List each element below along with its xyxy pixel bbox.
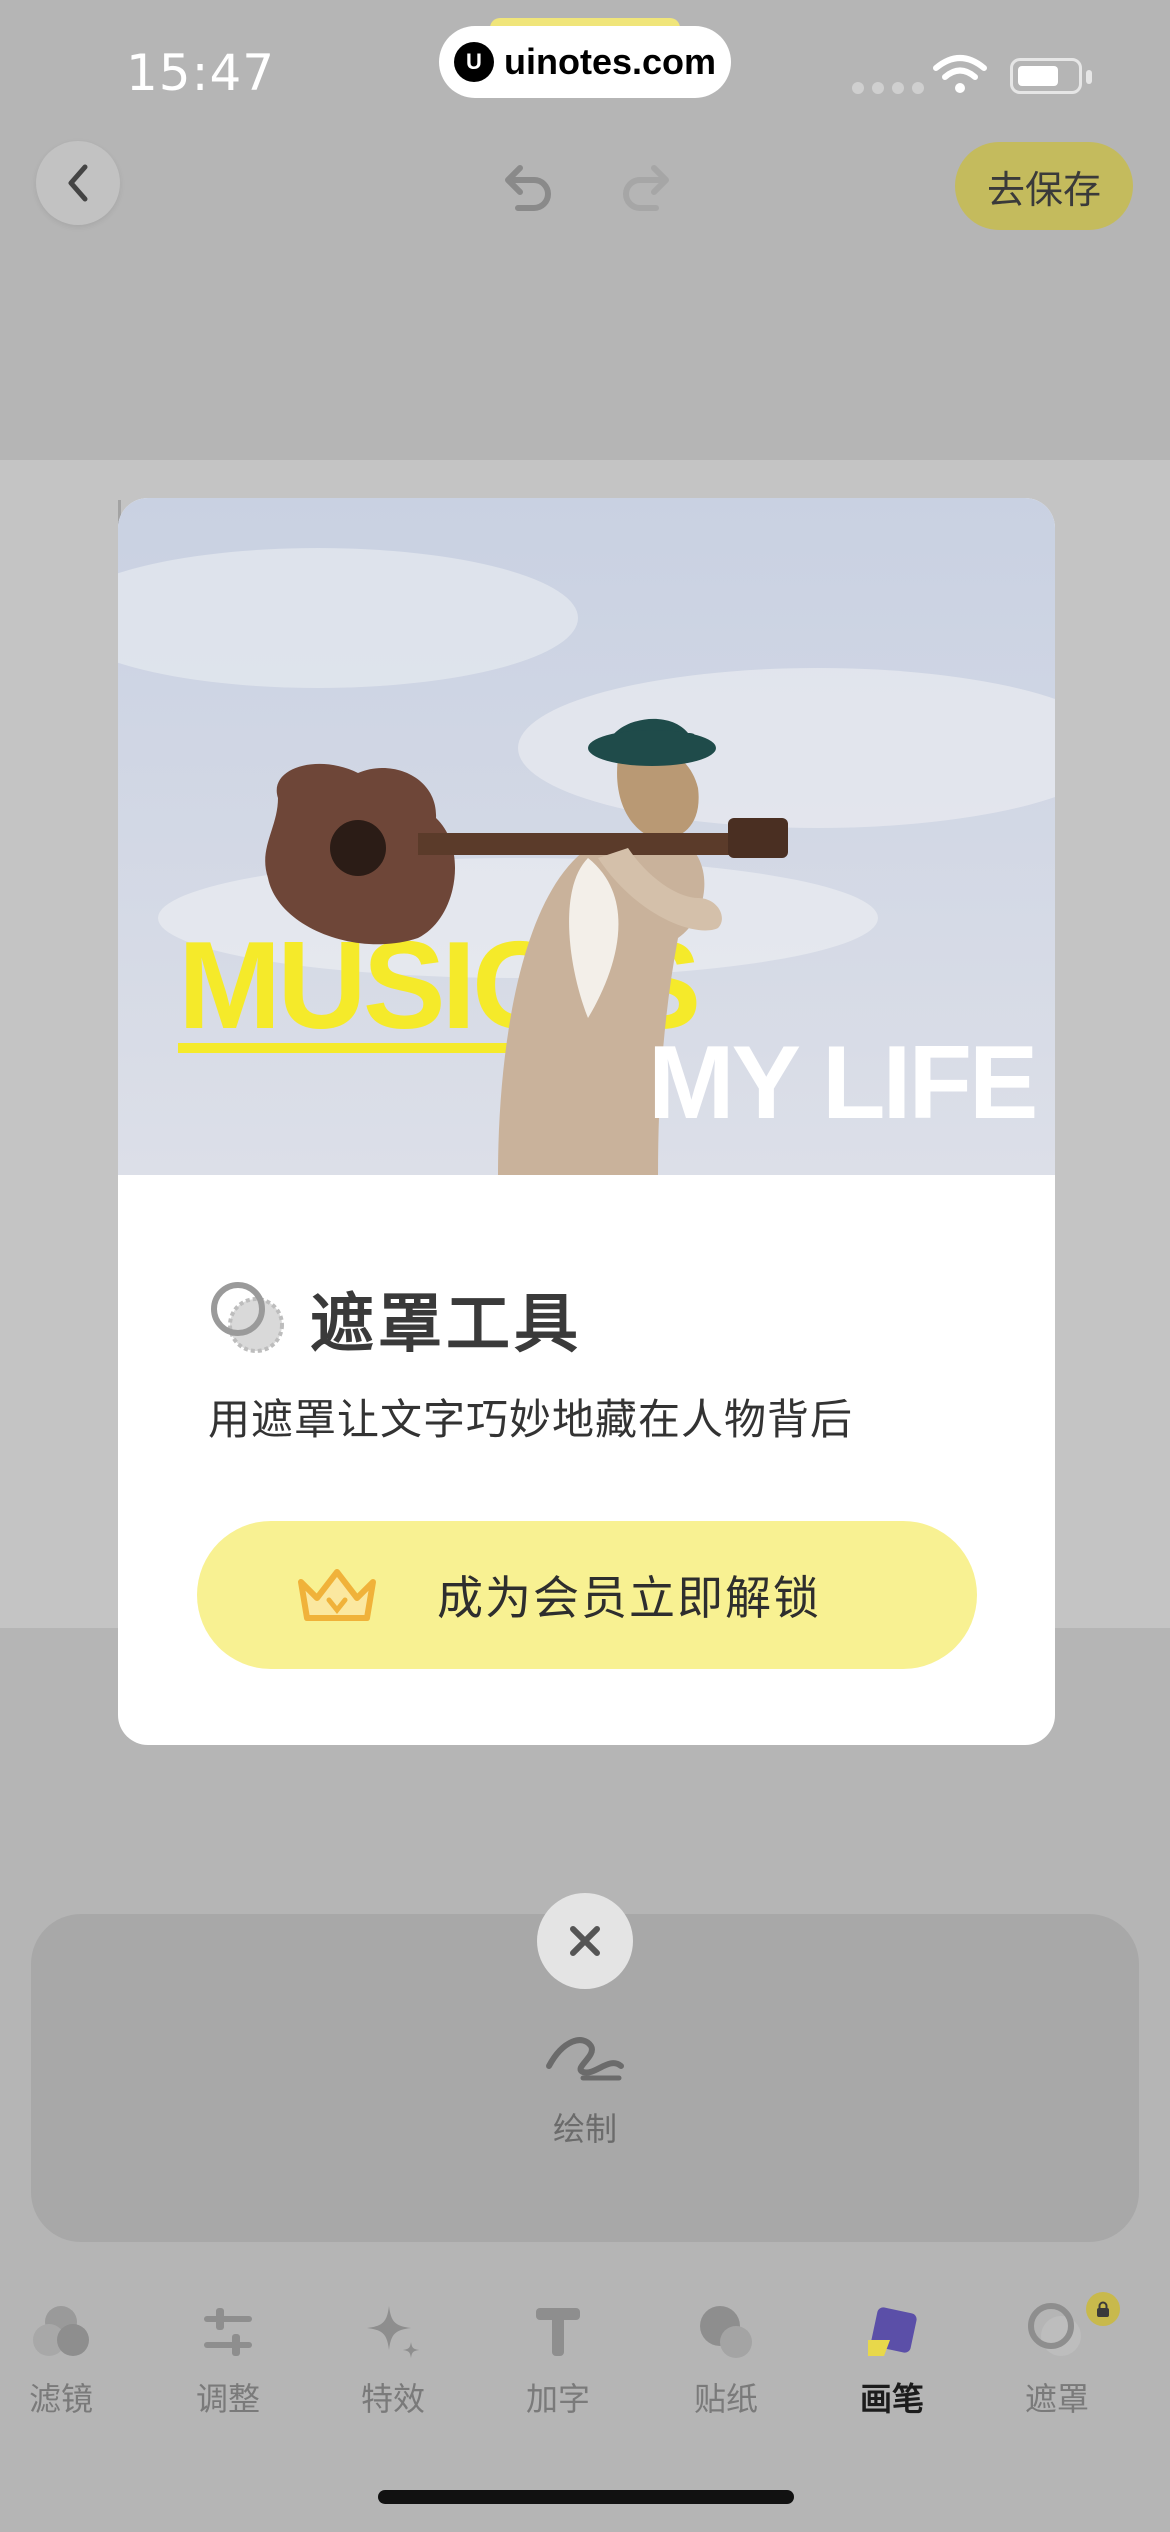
- undo-icon[interactable]: [494, 150, 558, 214]
- photo-text-line2: MY LIFE: [648, 1025, 1035, 1141]
- watermark-badge: U uinotes.com: [439, 26, 731, 98]
- chevron-left-icon: [68, 164, 88, 202]
- save-button[interactable]: 去保存: [955, 142, 1133, 230]
- watermark-text: uinotes.com: [503, 41, 717, 82]
- status-time: 15:47: [126, 44, 276, 102]
- tab-label: 调整: [195, 2380, 260, 2418]
- redo-icon[interactable]: [616, 150, 680, 214]
- tab-adjust[interactable]: 调整: [168, 2300, 288, 2420]
- crown-icon: [298, 1569, 376, 1621]
- tab-label: 加字: [525, 2380, 590, 2418]
- tab-sticker[interactable]: 贴纸: [666, 2300, 786, 2420]
- adjust-icon: [204, 2308, 252, 2356]
- back-button[interactable]: [36, 141, 120, 225]
- watermark-logo-icon: U: [453, 42, 494, 82]
- preview-image: MUSIC IS MY LIFE: [118, 498, 1055, 1175]
- tab-label: 特效: [360, 2380, 425, 2418]
- filter-icon: [33, 2306, 89, 2356]
- tab-text[interactable]: 加字: [498, 2300, 618, 2420]
- draw-tool-label[interactable]: 绘制: [535, 2104, 635, 2150]
- modal-subtitle: 用遮罩让文字巧妙地藏在人物背后: [208, 1395, 854, 1444]
- cellular-signal-icon: [852, 82, 924, 94]
- battery-nub: [1086, 70, 1092, 84]
- tab-label: 画笔: [859, 2380, 924, 2418]
- upgrade-modal: MUSIC IS MY LIFE 遮罩工具 用遮罩让文字巧妙地藏在人物背后 成为…: [118, 498, 1055, 1745]
- battery-icon: [1010, 58, 1082, 94]
- tab-label: 遮罩: [1024, 2380, 1089, 2418]
- brush-stroke-icon[interactable]: [543, 2026, 627, 2086]
- wifi-icon: [933, 55, 987, 93]
- mask-tool-icon: [211, 1282, 284, 1353]
- mask-icon: [1028, 2303, 1081, 2356]
- tab-brush[interactable]: 画笔: [832, 2300, 952, 2420]
- sticker-icon: [700, 2306, 752, 2358]
- home-indicator[interactable]: [378, 2490, 794, 2504]
- lock-icon: [1086, 2292, 1120, 2326]
- modal-title-row: 遮罩工具: [208, 1273, 582, 1365]
- close-icon: [570, 1926, 600, 1956]
- text-icon: [536, 2308, 580, 2356]
- modal-title: 遮罩工具: [310, 1288, 582, 1362]
- tab-filter[interactable]: 滤镜: [1, 2300, 121, 2420]
- tab-effects[interactable]: 特效: [333, 2300, 453, 2420]
- tab-label: 贴纸: [693, 2380, 758, 2418]
- sparkle-icon: [367, 2306, 419, 2358]
- tab-label: 滤镜: [28, 2380, 93, 2418]
- unlock-label: 成为会员立即解锁: [437, 1571, 821, 1625]
- unlock-membership-button[interactable]: 成为会员立即解锁: [197, 1521, 977, 1669]
- brush-icon: [868, 2307, 917, 2356]
- close-modal-button[interactable]: [537, 1893, 633, 1989]
